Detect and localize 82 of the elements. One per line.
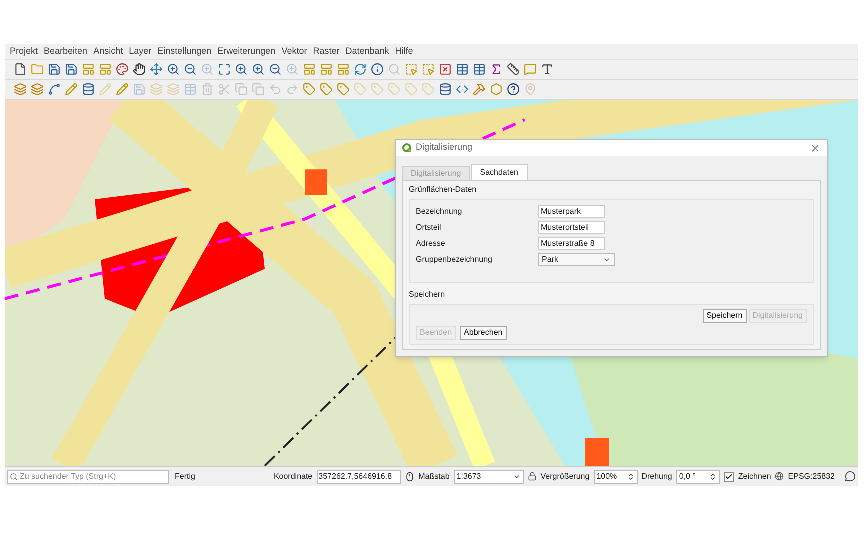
menu-item[interactable]: Layer [129,44,152,58]
dialog-tab[interactable]: Sachdaten [471,164,528,180]
search-field[interactable]: Zu suchender Typ (Strg+K) [7,470,169,484]
magnifier-label: Vergrößerung [540,470,590,482]
spin-arrows-icon [709,472,718,480]
menu-item[interactable]: Projekt [10,44,38,58]
status-message: Fertig [175,470,196,482]
new-file-icon[interactable] [13,62,27,76]
layers-icon[interactable] [30,82,44,96]
mouse-icon[interactable] [404,472,415,482]
layers-icon[interactable] [13,82,27,96]
zoom-in-icon[interactable] [166,62,180,76]
palette-icon[interactable] [115,62,129,76]
dialog-button[interactable]: Speichern [702,309,747,323]
coordinate-label: Koordinate [274,470,313,482]
layout-icon[interactable] [336,62,350,76]
select-icon[interactable] [421,62,435,76]
layout-icon[interactable] [98,62,112,76]
vector-icon[interactable] [47,82,61,96]
menu-item[interactable]: Hilfe [395,44,414,58]
menu-item[interactable]: Vektor [282,44,308,58]
group-title: Grünflächen-Daten [409,184,478,196]
info-icon[interactable] [370,62,384,76]
zoom-in-icon[interactable] [234,62,248,76]
database-icon[interactable] [81,82,95,96]
menu-item[interactable]: Datenbank [346,44,390,58]
menu-item[interactable]: Erweiterungen [218,44,276,58]
lock-icon[interactable] [528,472,537,481]
crs-button[interactable]: EPSG:25832 [788,470,835,482]
dialog-title: Digitalisierung [416,141,474,154]
save-icon[interactable] [64,62,78,76]
field-label: Adresse [416,238,446,250]
hand-icon[interactable] [132,62,146,76]
refresh-icon[interactable] [353,62,367,76]
database-icon[interactable] [438,82,452,96]
group-title: Speichern [409,289,446,301]
tag-icon[interactable] [302,82,316,96]
tag-icon[interactable] [336,82,350,96]
scale-dropdown[interactable]: 1:3673 [454,470,524,484]
move-icon[interactable] [149,62,163,76]
rotation-spinbox[interactable]: 0,0 ° [676,470,720,484]
globe-icon[interactable] [775,472,784,481]
field-label: Ortsteil [416,222,442,234]
tag-icon[interactable] [319,82,333,96]
text-icon[interactable] [540,62,554,76]
help-icon[interactable] [506,82,520,96]
pencil-icon[interactable] [115,82,129,96]
field-label: Gruppenbezeichnung [416,254,494,266]
save-icon[interactable] [47,62,61,76]
zoom-out-icon[interactable] [183,62,197,76]
field-label: Bezeichnung [416,206,464,218]
extent-icon[interactable] [217,62,231,76]
zoom-out-icon[interactable] [268,62,282,76]
input-field[interactable]: Musterortsteil [538,221,605,234]
input-field[interactable]: Musterstraße 8 [538,237,605,250]
menu-item[interactable]: Bearbeiten [44,44,88,58]
rotation-label: Drehung [642,470,672,482]
spin-arrows-icon [626,472,635,480]
input-field[interactable]: Musterpark [538,205,605,218]
render-label: Zeichnen [738,470,772,482]
layout-icon[interactable] [319,62,333,76]
render-checkbox[interactable] [724,472,734,482]
menu-item[interactable]: Einstellungen [158,44,212,58]
select-icon[interactable] [404,62,418,76]
q-logo-icon [402,143,412,153]
layout-icon[interactable] [302,62,316,76]
menu-item[interactable]: Raster [313,44,340,58]
scale-label: Maßstab [418,470,450,482]
menu-item[interactable]: Ansicht [94,44,124,58]
table-icon[interactable] [455,62,469,76]
code-icon[interactable] [455,82,469,96]
coordinate-field[interactable]: 357262.7,5646916.8 [316,470,401,484]
ruler-icon[interactable] [506,62,520,76]
magnifier-spinbox[interactable]: 100% [594,470,638,484]
group-dropdown[interactable]: Park [538,253,615,266]
zoom-in-icon[interactable] [251,62,265,76]
hammer-icon[interactable] [472,82,486,96]
messages-icon[interactable] [845,471,856,482]
search-icon [10,472,18,480]
table-icon[interactable] [472,62,486,76]
dialog-button[interactable]: Abbrechen [460,326,507,340]
deselect-icon[interactable] [438,62,452,76]
